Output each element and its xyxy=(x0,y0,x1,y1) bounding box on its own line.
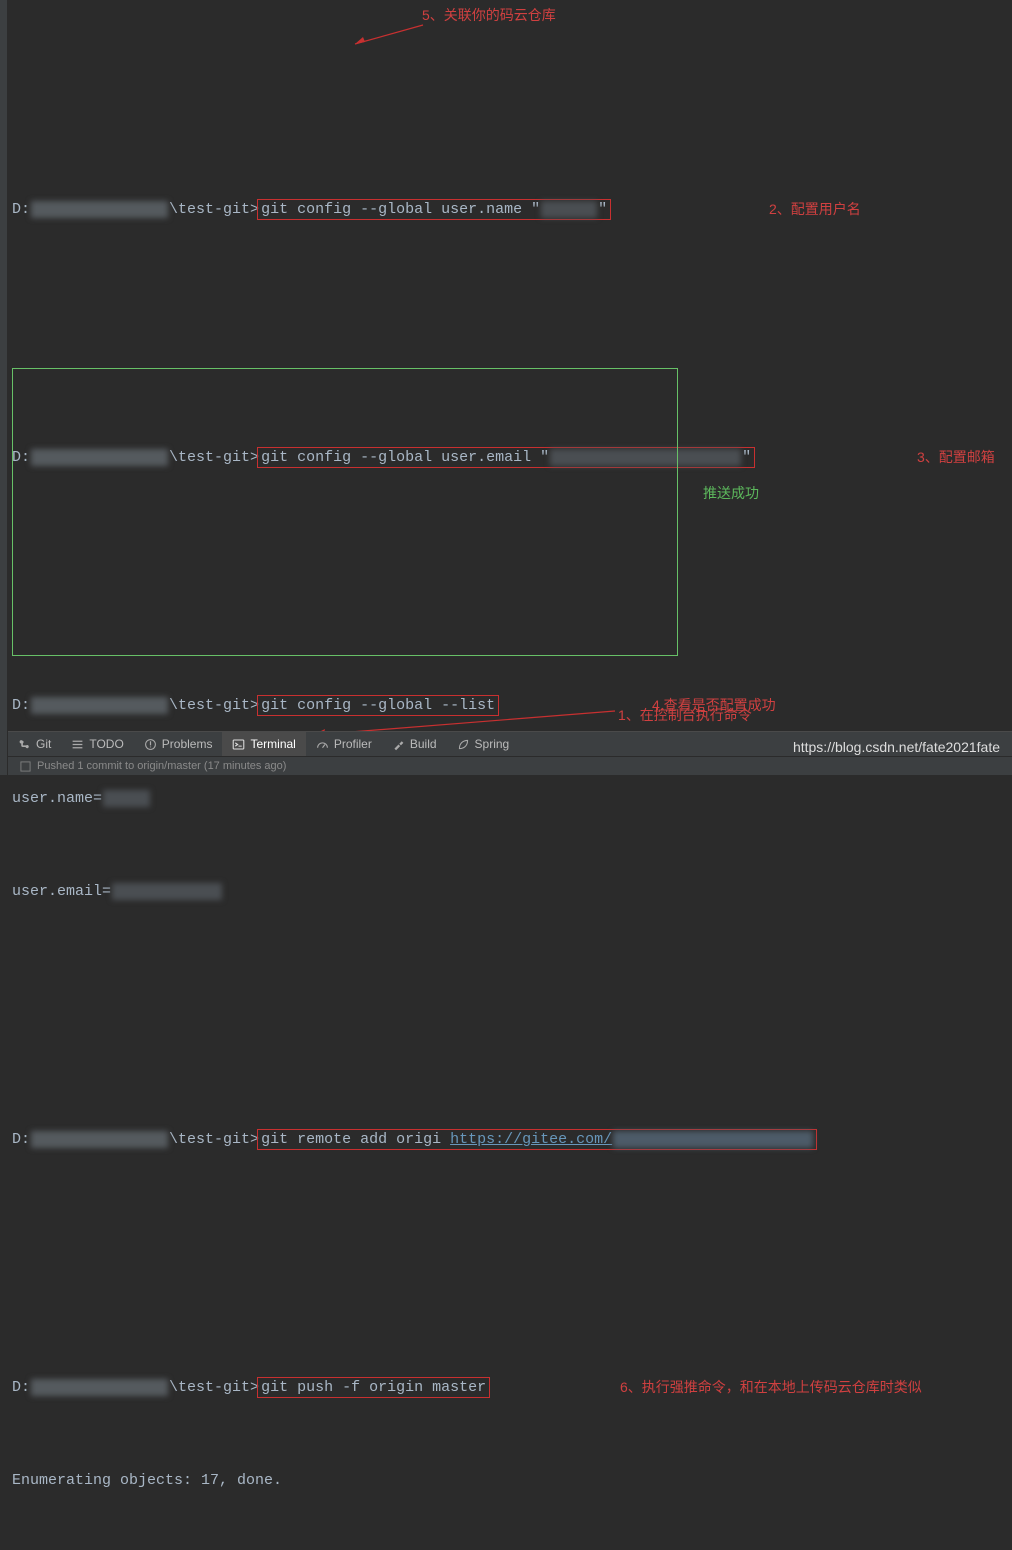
box-icon xyxy=(20,761,31,772)
cmd-line-config-email: D:xxxxxxxx xxxx x\test-git>git config --… xyxy=(12,442,1008,473)
branch-icon xyxy=(18,738,31,751)
status-bar: Pushed 1 commit to origin/master (17 min… xyxy=(8,757,1012,775)
tab-terminal[interactable]: Terminal xyxy=(222,732,305,756)
hammer-icon xyxy=(392,738,405,751)
side-gutter: Favorites xyxy=(0,0,8,775)
annotation-2: 2、配置用户名 xyxy=(769,194,861,225)
terminal-output[interactable]: D:xxxxxxxx xxxx x\test-git>git config --… xyxy=(8,0,1012,730)
out-username: user.name=xxxxx xyxy=(12,783,1008,814)
annotation-6: 6、执行强推命令，和在本地上传码云仓库时类似 xyxy=(620,1372,922,1403)
tab-todo[interactable]: TODO xyxy=(61,732,133,756)
gitee-url-link[interactable]: https://gitee.com/ xyxy=(450,1131,612,1148)
annotation-success: 推送成功 xyxy=(703,478,759,509)
out-useremail: user.email=xxxxxxxxxxxx xyxy=(12,876,1008,907)
watermark-text: https://blog.csdn.net/fate2021fate xyxy=(793,739,1000,755)
annotation-5: 5、关联你的码云仓库 xyxy=(422,0,556,31)
terminal-icon xyxy=(232,738,245,751)
gauge-icon xyxy=(316,738,329,751)
cmd-line-config-list: D:xxxxxxxx xxxx x\test-git>git config --… xyxy=(12,690,1008,721)
annotation-3: 3、配置邮箱 xyxy=(917,442,995,473)
tab-git[interactable]: Git xyxy=(8,732,61,756)
tab-spring[interactable]: Spring xyxy=(447,732,520,756)
warning-icon xyxy=(144,738,157,751)
tab-profiler[interactable]: Profiler xyxy=(306,732,382,756)
leaf-icon xyxy=(457,738,470,751)
cmd-line-push: D:xxxxxxxx xxxx x\test-git>git push -f o… xyxy=(12,1372,1008,1403)
status-text: Pushed 1 commit to origin/master (17 min… xyxy=(37,760,286,772)
list-icon xyxy=(71,738,84,751)
annotation-1: 1、在控制台执行命令 xyxy=(618,700,752,731)
cmd-line-config-name: D:xxxxxxxx xxxx x\test-git>git config --… xyxy=(12,194,1008,225)
tab-build[interactable]: Build xyxy=(382,732,447,756)
cmd-line-remote-add: D:xxxxxxxx xxxx x\test-git>git remote ad… xyxy=(12,1124,1008,1155)
tab-problems[interactable]: Problems xyxy=(134,732,223,756)
arrow-icon xyxy=(343,20,428,50)
push-out-l1: Enumerating objects: 17, done. xyxy=(12,1465,1008,1496)
